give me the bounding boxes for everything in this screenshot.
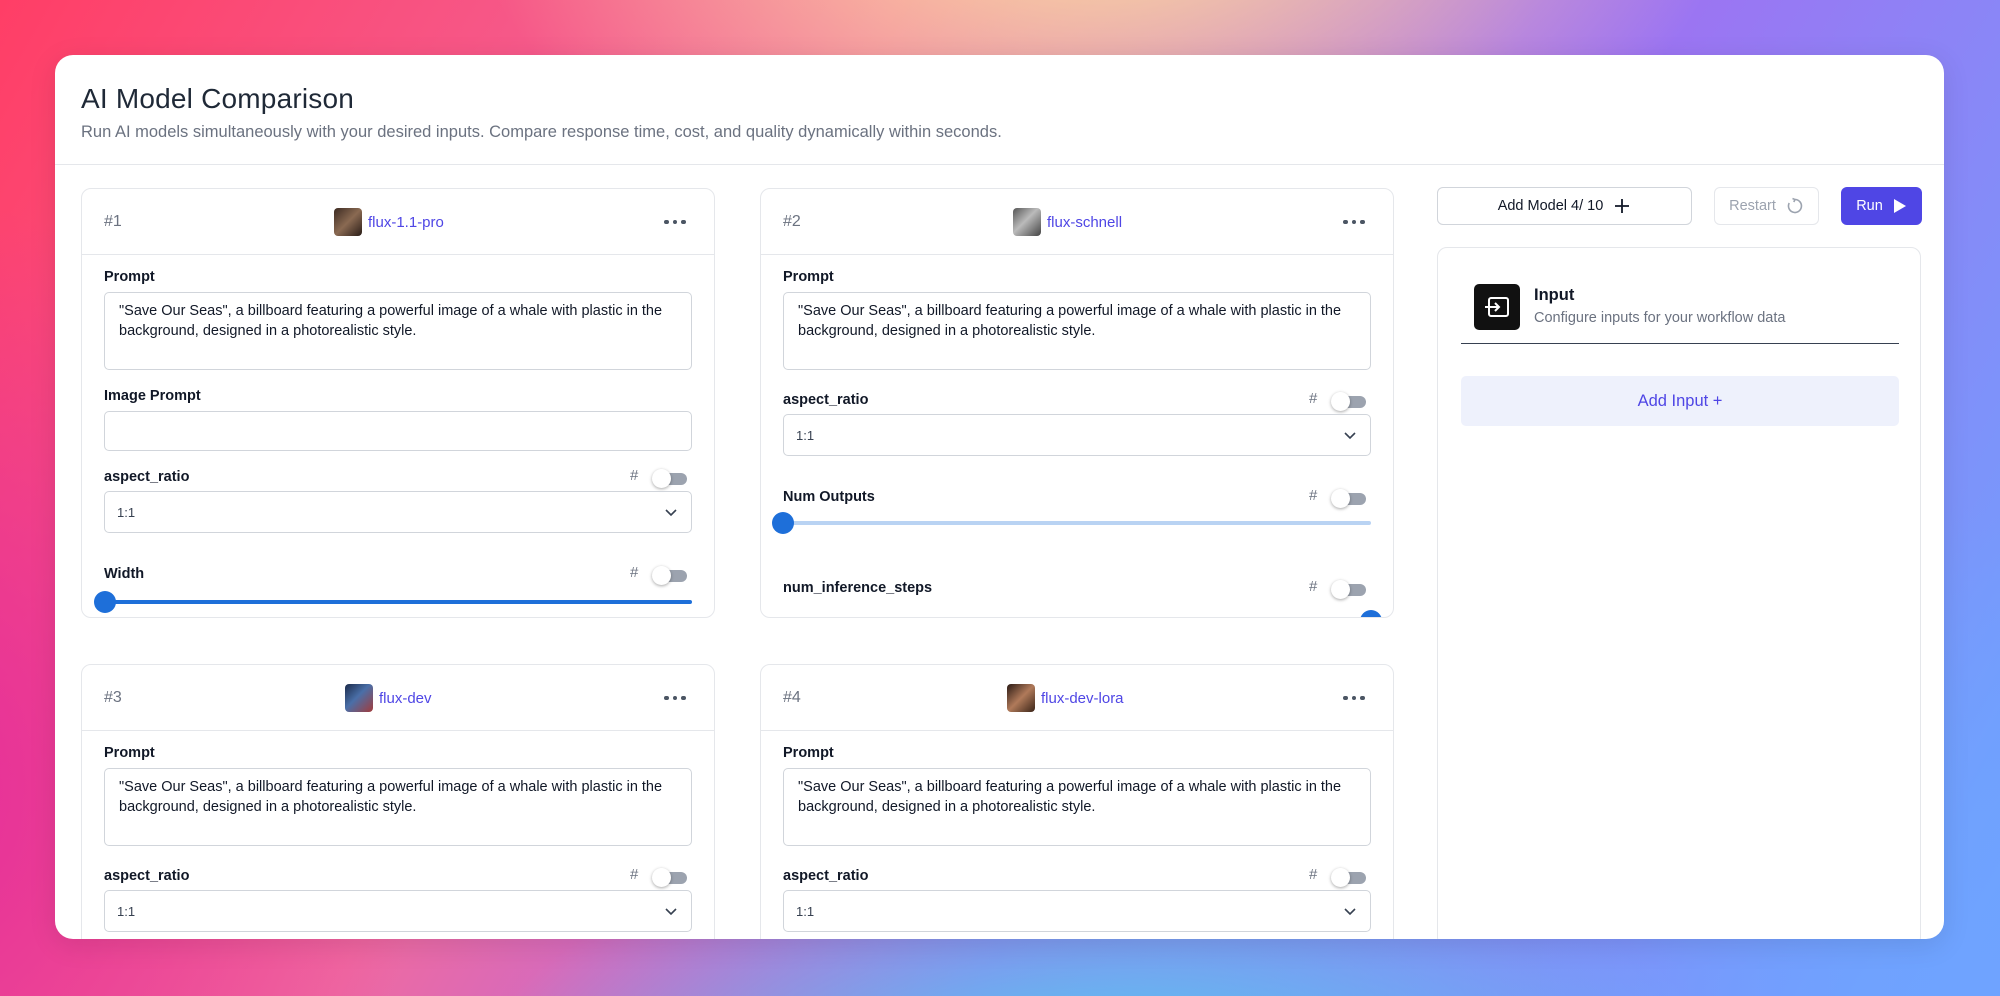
model-selector[interactable]: flux-dev-lora: [1007, 684, 1124, 712]
run-button[interactable]: Run: [1841, 187, 1922, 225]
model-name: flux-1.1-pro: [368, 213, 444, 231]
aspect-ratio-label: aspect_ratio: [783, 868, 869, 884]
prompt-textarea[interactable]: "Save Our Seas", a billboard featuring a…: [783, 768, 1371, 846]
width-slider-thumb[interactable]: [94, 591, 116, 613]
model-avatar: [1013, 208, 1041, 236]
model-selector[interactable]: flux-schnell: [1013, 208, 1122, 236]
image-prompt-input[interactable]: [104, 411, 692, 451]
aspect-ratio-select[interactable]: 1:1: [783, 414, 1371, 456]
aspect-ratio-toggle[interactable]: [652, 868, 687, 887]
prompt-textarea[interactable]: "Save Our Seas", a billboard featuring a…: [104, 768, 692, 846]
restart-label: Restart: [1729, 198, 1776, 214]
select-value: 1:1: [117, 903, 136, 919]
select-value: 1:1: [796, 903, 815, 919]
page-header: AI Model Comparison Run AI models simult…: [55, 55, 1944, 165]
card-number: #3: [104, 689, 122, 706]
model-card-3: #3 flux-dev Prompt "Save Our Seas", a bi…: [81, 664, 715, 939]
app-window: AI Model Comparison Run AI models simult…: [55, 55, 1944, 939]
model-name: flux-dev: [379, 689, 432, 707]
model-card-1: #1 flux-1.1-pro Prompt "Save Our Seas", …: [81, 188, 715, 618]
num-outputs-toggle[interactable]: [1331, 489, 1366, 508]
width-label: Width: [104, 566, 145, 582]
hash-icon: #: [630, 467, 639, 484]
aspect-ratio-toggle[interactable]: [1331, 868, 1366, 887]
hash-icon: #: [630, 866, 639, 883]
select-value: 1:1: [117, 504, 136, 520]
model-avatar: [345, 684, 373, 712]
hash-icon: #: [1309, 578, 1318, 595]
hash-icon: #: [1309, 390, 1318, 407]
chevron-down-icon: [665, 908, 677, 916]
hash-icon: #: [630, 564, 639, 581]
chevron-down-icon: [1344, 908, 1356, 916]
aspect-ratio-toggle[interactable]: [1331, 392, 1366, 411]
aspect-ratio-select[interactable]: 1:1: [783, 890, 1371, 932]
chevron-down-icon: [665, 509, 677, 517]
prompt-label: Prompt: [783, 269, 834, 285]
play-icon: [1893, 199, 1906, 213]
card-number: #4: [783, 689, 801, 706]
inference-steps-slider-thumb[interactable]: [1360, 610, 1382, 617]
card-header: #3 flux-dev: [82, 665, 714, 731]
aspect-ratio-select[interactable]: 1:1: [104, 890, 692, 932]
select-value: 1:1: [796, 427, 815, 443]
model-card-2: #2 flux-schnell Prompt "Save Our Seas", …: [760, 188, 1394, 618]
model-avatar: [1007, 684, 1035, 712]
restart-icon: [1787, 197, 1803, 214]
more-options-icon[interactable]: [664, 215, 686, 229]
card-header: #4 flux-dev-lora: [761, 665, 1393, 731]
prompt-label: Prompt: [104, 269, 155, 285]
page-title: AI Model Comparison: [81, 83, 355, 114]
aspect-ratio-select[interactable]: 1:1: [104, 491, 692, 533]
input-icon: [1474, 284, 1520, 330]
width-toggle[interactable]: [652, 566, 687, 585]
more-options-icon[interactable]: [1343, 691, 1365, 705]
inference-steps-label: num_inference_steps: [783, 580, 933, 596]
more-options-icon[interactable]: [1343, 215, 1365, 229]
card-number: #2: [783, 213, 801, 230]
num-outputs-label: Num Outputs: [783, 489, 875, 505]
num-outputs-slider-thumb[interactable]: [772, 512, 794, 534]
model-selector[interactable]: flux-1.1-pro: [334, 208, 444, 236]
add-model-button[interactable]: Add Model 4/ 10: [1437, 187, 1692, 225]
aspect-ratio-label: aspect_ratio: [783, 392, 869, 408]
aspect-ratio-label: aspect_ratio: [104, 868, 190, 884]
input-panel-subtitle: Configure inputs for your workflow data: [1534, 310, 1786, 326]
chevron-down-icon: [1344, 432, 1356, 440]
model-name: flux-schnell: [1047, 213, 1123, 231]
hash-icon: #: [1309, 487, 1318, 504]
model-selector[interactable]: flux-dev: [345, 684, 432, 712]
model-card-4: #4 flux-dev-lora Prompt "Save Our Seas",…: [760, 664, 1394, 939]
width-slider-track[interactable]: [104, 600, 692, 604]
input-panel: Input Configure inputs for your workflow…: [1437, 247, 1921, 939]
prompt-label: Prompt: [104, 745, 155, 761]
prompt-textarea[interactable]: "Save Our Seas", a billboard featuring a…: [104, 292, 692, 370]
card-header: #2 flux-schnell: [761, 189, 1393, 255]
plus-icon: [1615, 199, 1630, 213]
add-input-button[interactable]: Add Input +: [1461, 376, 1899, 426]
add-model-label: Add Model 4/ 10: [1497, 198, 1604, 214]
card-header: #1 flux-1.1-pro: [82, 189, 714, 255]
run-label: Run: [1856, 198, 1883, 214]
hash-icon: #: [1309, 866, 1318, 883]
aspect-ratio-label: aspect_ratio: [104, 469, 190, 485]
inference-steps-toggle[interactable]: [1331, 580, 1366, 599]
more-options-icon[interactable]: [664, 691, 686, 705]
prompt-label: Prompt: [783, 745, 834, 761]
input-panel-title: Input: [1534, 286, 1575, 304]
aspect-ratio-toggle[interactable]: [652, 469, 687, 488]
page-subtitle: Run AI models simultaneously with your d…: [81, 123, 1002, 141]
card-number: #1: [104, 213, 122, 230]
model-name: flux-dev-lora: [1041, 689, 1124, 707]
prompt-textarea[interactable]: "Save Our Seas", a billboard featuring a…: [783, 292, 1371, 370]
model-avatar: [334, 208, 362, 236]
num-outputs-slider-track[interactable]: [783, 521, 1371, 525]
restart-button[interactable]: Restart: [1714, 187, 1819, 225]
input-panel-header: Input Configure inputs for your workflow…: [1461, 284, 1899, 344]
image-prompt-label: Image Prompt: [104, 388, 201, 404]
